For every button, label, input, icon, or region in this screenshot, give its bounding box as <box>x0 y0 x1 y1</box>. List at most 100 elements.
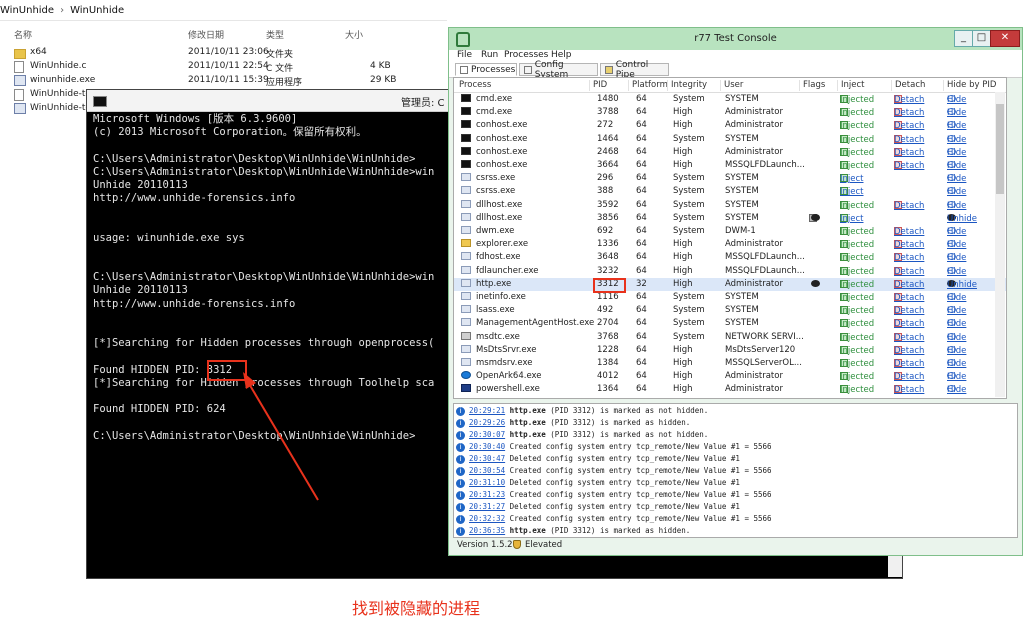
table-row[interactable]: conhost.exe 272 64 High Administrator Injecte… <box>454 119 1006 132</box>
detach-link[interactable]: Detach <box>894 359 924 369</box>
file-row[interactable]: WinUnhide-tcp <box>14 102 86 116</box>
file-row[interactable]: x64 2011/10/11 23:06 文件夹 <box>14 46 444 60</box>
scrollbar[interactable] <box>995 92 1005 397</box>
column-detach[interactable]: Detach <box>891 80 925 91</box>
log-time[interactable]: 20:31:10 <box>469 478 505 487</box>
hide-link[interactable]: Hide <box>947 372 966 382</box>
detach-link[interactable]: Detach <box>894 240 924 250</box>
column-integrity[interactable]: Integrity <box>667 80 707 91</box>
column-process[interactable]: Process <box>456 80 491 91</box>
column-user[interactable]: User <box>720 80 743 91</box>
column-hide-by-pid[interactable]: Hide by PID <box>943 80 996 91</box>
tab-config-system[interactable]: Config System <box>519 60 598 80</box>
table-row[interactable]: cmd.exe 3788 64 High Administrator Injected De… <box>454 106 1006 119</box>
detach-link[interactable]: Detach <box>894 148 924 158</box>
table-row[interactable]: MsDtsSrvr.exe 1228 64 High MsDtsServer120 Inj… <box>454 344 1006 357</box>
table-row[interactable]: fdhost.exe 3648 64 High MSSQLFDLaunch... Inje… <box>454 251 1006 264</box>
table-row[interactable]: ManagementAgentHost.exe 2704 64 System SYSTE… <box>454 317 1006 330</box>
table-row[interactable]: inetinfo.exe 1116 64 System SYSTEM Injected De… <box>454 291 1006 304</box>
log-time[interactable]: 20:30:40 <box>469 442 505 451</box>
hide-link[interactable]: Hide <box>947 359 966 369</box>
hide-link[interactable]: Hide <box>947 174 966 184</box>
table-row[interactable]: OpenArk64.exe 4012 64 High Administrator Inje… <box>454 370 1006 383</box>
breadcrumb-item[interactable]: WinUnhide <box>70 5 124 16</box>
inject-link[interactable]: Injected <box>840 253 874 263</box>
column-modified[interactable]: 修改日期 <box>188 28 224 41</box>
hide-link[interactable]: Hide <box>947 333 966 343</box>
column-inject[interactable]: Inject <box>837 80 865 91</box>
log-panel[interactable]: i 20:29:21 http.exe (PID 3312) is marked … <box>453 403 1018 538</box>
inject-link[interactable]: Injected <box>840 227 874 237</box>
inject-link[interactable]: Inject <box>840 214 864 224</box>
inject-link[interactable]: Injected <box>840 359 874 369</box>
tab-control-pipe[interactable]: Control Pipe <box>600 60 669 80</box>
log-time[interactable]: 20:30:07 <box>469 430 505 439</box>
detach-link[interactable]: Detach <box>894 293 924 303</box>
hide-link[interactable]: Hide <box>947 240 966 250</box>
inject-link[interactable]: Injected <box>840 148 874 158</box>
inject-link[interactable]: Inject <box>840 174 864 184</box>
detach-link[interactable]: Detach <box>894 372 924 382</box>
inject-link[interactable]: Injected <box>840 319 874 329</box>
table-row[interactable]: dllhost.exe 3856 64 System SYSTEM Inject Unhid… <box>454 212 1006 225</box>
r77-titlebar[interactable]: r77 Test Console _ □ ✕ <box>449 28 1022 50</box>
hide-link[interactable]: Hide <box>947 346 966 356</box>
inject-link[interactable]: Injected <box>840 293 874 303</box>
table-row[interactable]: csrss.exe 388 64 System SYSTEM Inject Hide <box>454 185 1006 198</box>
detach-link[interactable]: Detach <box>894 319 924 329</box>
column-flags[interactable]: Flags <box>799 80 825 91</box>
detach-link[interactable]: Detach <box>894 346 924 356</box>
detach-link[interactable]: Detach <box>894 201 924 211</box>
table-row[interactable]: dllhost.exe 3592 64 System SYSTEM Injected Det… <box>454 199 1006 212</box>
maximize-button[interactable]: □ <box>972 30 991 47</box>
file-row[interactable]: WinUnhide.c 2011/10/11 22:54 C 文件 4 KB <box>14 60 444 74</box>
detach-link[interactable]: Detach <box>894 108 924 118</box>
inject-link[interactable]: Injected <box>840 95 874 105</box>
hide-link[interactable]: Hide <box>947 267 966 277</box>
hide-link[interactable]: Hide <box>947 201 966 211</box>
detach-link[interactable]: Detach <box>894 253 924 263</box>
hide-link[interactable]: Hide <box>947 135 966 145</box>
detach-link[interactable]: Detach <box>894 385 924 395</box>
inject-link[interactable]: Injected <box>840 161 874 171</box>
table-row[interactable]: http.exe 3312 32 High Administrator Injected D… <box>454 277 1006 291</box>
detach-link[interactable]: Detach <box>894 135 924 145</box>
table-row[interactable]: powershell.exe 1364 64 High Administrator Inj… <box>454 383 1006 396</box>
hide-link[interactable]: Hide <box>947 253 966 263</box>
detach-link[interactable]: Detach <box>894 227 924 237</box>
log-time[interactable]: 20:30:54 <box>469 466 505 475</box>
console-output[interactable]: Microsoft Windows [版本 6.3.9600] (c) 2013 … <box>93 113 448 443</box>
table-row[interactable]: conhost.exe 2468 64 High Administrator Inject… <box>454 146 1006 159</box>
table-row[interactable]: conhost.exe 1464 64 System SYSTEM Injected Det… <box>454 133 1006 146</box>
menu-file[interactable]: File <box>457 50 472 60</box>
log-time[interactable]: 20:29:26 <box>469 418 505 427</box>
table-row[interactable]: explorer.exe 1336 64 High Administrator Injec… <box>454 238 1006 251</box>
inject-link[interactable]: Injected <box>840 240 874 250</box>
column-size[interactable]: 大小 <box>345 28 363 41</box>
breadcrumb-item[interactable]: WinUnhide <box>0 5 54 16</box>
hide-link[interactable]: Unhide <box>947 214 977 224</box>
inject-link[interactable]: Injected <box>840 280 874 290</box>
tab-processes[interactable]: Processes <box>455 63 517 76</box>
hide-link[interactable]: Hide <box>947 121 966 131</box>
log-time[interactable]: 20:31:23 <box>469 490 505 499</box>
column-pid[interactable]: PID <box>589 80 607 91</box>
table-row[interactable]: fdlauncher.exe 3232 64 High MSSQLFDLaunch...… <box>454 265 1006 278</box>
detach-link[interactable]: Detach <box>894 280 924 290</box>
log-time[interactable]: 20:32:32 <box>469 514 505 523</box>
hide-link[interactable]: Hide <box>947 148 966 158</box>
close-button[interactable]: ✕ <box>990 30 1020 47</box>
detach-link[interactable]: Detach <box>894 306 924 316</box>
inject-link[interactable]: Injected <box>840 267 874 277</box>
column-type[interactable]: 类型 <box>266 28 284 41</box>
file-row[interactable]: winunhide.exe 2011/10/11 15:39 应用程序 29 K… <box>14 74 444 88</box>
menu-run[interactable]: Run <box>481 50 498 60</box>
log-time[interactable]: 20:31:27 <box>469 502 505 511</box>
detach-link[interactable]: Detach <box>894 267 924 277</box>
hide-link[interactable]: Hide <box>947 108 966 118</box>
hide-link[interactable]: Hide <box>947 187 966 197</box>
log-time[interactable]: 20:30:47 <box>469 454 505 463</box>
inject-link[interactable]: Injected <box>840 121 874 131</box>
inject-link[interactable]: Injected <box>840 201 874 211</box>
hide-link[interactable]: Unhide <box>947 280 977 290</box>
